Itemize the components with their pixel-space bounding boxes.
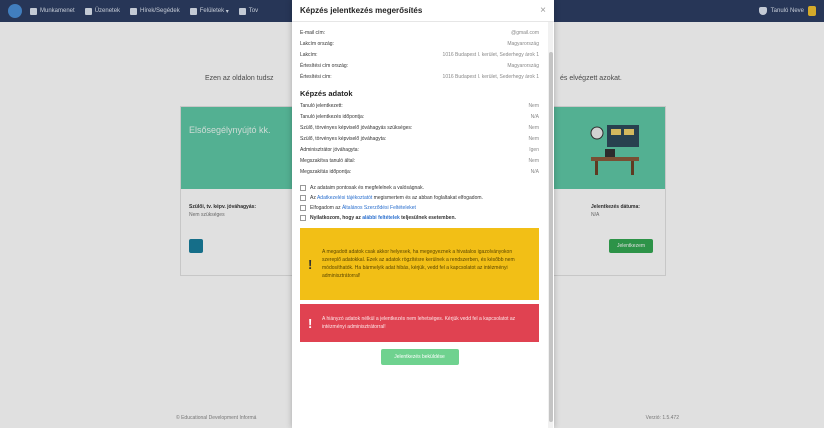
data-row: Értesítési cím ország: Magyarország (300, 61, 539, 72)
modal-body: E-mail cím: @gmail.com Lakcím ország: Magy… (292, 22, 547, 428)
data-value: N/A (530, 114, 539, 120)
data-value: 1016 Budapest I. kerület, Sederhegy árok… (442, 52, 539, 58)
warning-text: A megadott adatok csak akkor helyesek, h… (322, 249, 515, 279)
modal-header: Képzés jelentkezés megerősítés × (292, 0, 554, 22)
error-alert: ! A hiányzó adatok nélkül a jelentkezés … (300, 304, 539, 342)
data-label: Megszakítás időpontja: (300, 169, 352, 175)
training-data-list: Tanuló jelentkezett: Nem Tanuló jelentkez… (300, 101, 539, 178)
checkbox-label-container: Az Adatkezelési tájékoztatót megismertem… (310, 194, 483, 202)
data-label: Lakcím ország: (300, 41, 334, 47)
checkbox[interactable] (300, 215, 306, 221)
exclamation-icon: ! (308, 256, 313, 272)
data-label: Értesítési cím: (300, 74, 332, 80)
close-icon[interactable]: × (540, 5, 546, 16)
checkbox-label: Az adataim pontosak és megfelelnek a val… (310, 185, 424, 191)
data-label: E-mail cím: (300, 30, 325, 36)
data-label: Értesítési cím ország: (300, 63, 349, 69)
consent-data-accurate: Az adataim pontosak és megfelelnek a val… (300, 184, 539, 192)
data-value: Igen (529, 147, 539, 153)
consent-checklist: Az adataim pontosak és megfelelnek a val… (300, 184, 539, 222)
data-row: Szülő, törvényes képviselő jóváhagyás sz… (300, 123, 539, 134)
data-row: Értesítési cím: 1016 Budapest I. kerület,… (300, 72, 539, 83)
data-label: Tanuló jelentkezés időpontja: (300, 114, 365, 120)
data-value: Magyarország (507, 41, 539, 47)
data-value: Magyarország (507, 63, 539, 69)
checkbox-label-container: Elfogadom az Általános Szerződési Feltét… (310, 204, 416, 212)
submit-application-button[interactable]: Jelentkezés beküldése (380, 349, 459, 365)
data-label: Adminisztrátor jóváhagyta: (300, 147, 359, 153)
checkbox-label-pre: Elfogadom az (310, 205, 341, 211)
data-value: 1016 Budapest I. kerület, Sederhegy árok… (442, 74, 539, 80)
data-value: @gmail.com (511, 30, 539, 36)
checkbox[interactable] (300, 195, 306, 201)
terms-link[interactable]: Általános Szerződési Feltételeket (342, 205, 416, 211)
data-row: Szülő, törvényes képviselő jóváhagyta: Ne… (300, 134, 539, 145)
data-label: Szülő, törvényes képviselő jóváhagyta: (300, 136, 387, 142)
data-value: N/A (530, 169, 539, 175)
modal-title: Képzés jelentkezés megerősítés (300, 6, 423, 15)
checkbox-label-post: teljesülnek esetemben. (401, 215, 456, 221)
data-row: Tanuló jelentkezés időpontja: N/A (300, 112, 539, 123)
consent-privacy: Az Adatkezelési tájékoztatót megismertem… (300, 194, 539, 202)
data-value: Nem (528, 125, 539, 131)
checkbox-label-pre: Nyilatkozom, hogy az (310, 215, 361, 221)
privacy-policy-link[interactable]: Adatkezelési tájékoztatót (317, 195, 372, 201)
consent-terms: Elfogadom az Általános Szerződési Feltét… (300, 204, 539, 212)
personal-data-list: E-mail cím: @gmail.com Lakcím ország: Magy… (300, 28, 539, 83)
modal-scrollbar[interactable] (548, 22, 553, 428)
data-row: Megszakítva tanuló által: Nem (300, 156, 539, 167)
data-row: Lakcím ország: Magyarország (300, 39, 539, 50)
consent-conditions: Nyilatkozom, hogy az alábbi feltételek t… (300, 214, 539, 222)
data-row: Lakcím: 1016 Budapest I. kerület, Sederhe… (300, 50, 539, 61)
exclamation-icon: ! (308, 315, 313, 331)
data-row: Tanuló jelentkezett: Nem (300, 101, 539, 112)
conditions-link[interactable]: alábbi feltételek (362, 215, 400, 221)
error-text: A hiányzó adatok nélkül a jelentkezés ne… (322, 316, 516, 330)
data-row: Megszakítás időpontja: N/A (300, 167, 539, 178)
confirmation-modal: Képzés jelentkezés megerősítés × E-mail … (292, 0, 554, 428)
data-row: E-mail cím: @gmail.com (300, 28, 539, 39)
checkbox-label-container: Nyilatkozom, hogy az alábbi feltételek t… (310, 214, 456, 222)
checkbox-label-pre: Az (310, 195, 316, 201)
data-value: Nem (528, 136, 539, 142)
data-label: Tanuló jelentkezett: (300, 103, 343, 109)
checkbox[interactable] (300, 205, 306, 211)
warning-alert: ! A megadott adatok csak akkor helyesek,… (300, 228, 539, 300)
data-value: Nem (528, 158, 539, 164)
checkbox[interactable] (300, 185, 306, 191)
data-label: Szülő, törvényes képviselő jóváhagyás sz… (300, 125, 413, 131)
checkbox-label-post: megismertem és az abban foglaltakat elfo… (373, 195, 483, 201)
data-value: Nem (528, 103, 539, 109)
data-label: Lakcím: (300, 52, 318, 58)
data-row: Adminisztrátor jóváhagyta: Igen (300, 145, 539, 156)
data-label: Megszakítva tanuló által: (300, 158, 356, 164)
scrollbar-thumb[interactable] (548, 52, 553, 422)
section-title: Képzés adatok (300, 89, 353, 98)
